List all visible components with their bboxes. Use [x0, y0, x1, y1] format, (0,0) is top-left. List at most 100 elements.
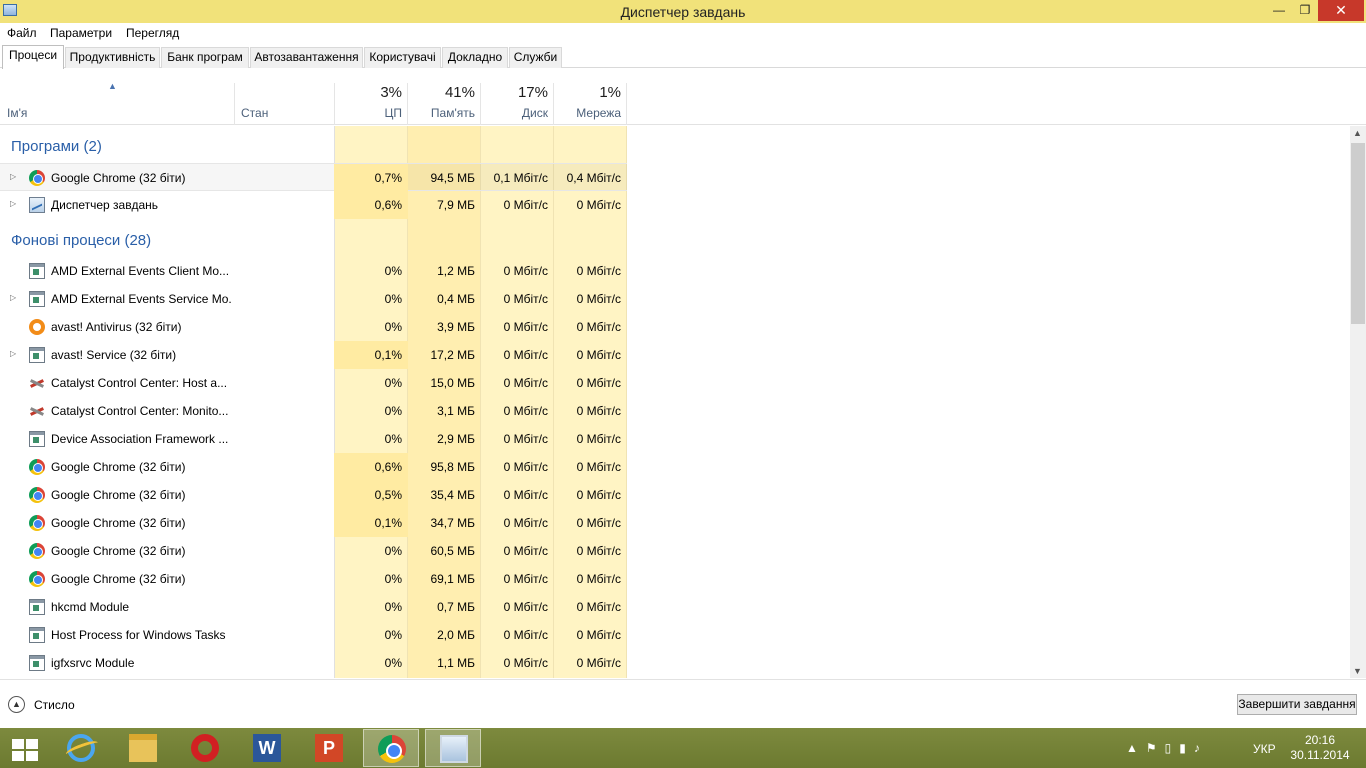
chrome-icon — [29, 459, 45, 475]
process-row[interactable]: ▷ AMD External Events Service Mo... 0% 0,4 … — [0, 285, 627, 313]
amd-catalyst-icon — [29, 403, 45, 419]
powerpoint-icon: P — [315, 734, 343, 762]
tab-performance[interactable]: Продуктивність — [65, 47, 160, 68]
taskbar-chrome[interactable] — [363, 729, 419, 767]
taskbar-ie[interactable] — [53, 729, 109, 767]
taskbar-opera[interactable] — [177, 729, 233, 767]
language-indicator[interactable]: УКР — [1253, 742, 1276, 768]
process-row[interactable]: igfxsrvc Module 0% 1,1 МБ 0 Мбіт/с 0 Мбіт/с — [0, 649, 627, 677]
process-row[interactable]: Catalyst Control Center: Monito... 0% 3,1 … — [0, 397, 627, 425]
process-network: 0 Мбіт/с — [576, 516, 621, 530]
signal-icon[interactable]: ▮ — [1179, 741, 1194, 755]
chevron-up-icon[interactable]: ▲ — [8, 696, 25, 713]
process-name: Catalyst Control Center: Host a... — [51, 376, 228, 390]
menu-options[interactable]: Параметри — [50, 26, 112, 40]
disk-total[interactable]: 17% — [481, 84, 548, 101]
process-network: 0 Мбіт/с — [576, 404, 621, 418]
chrome-icon — [29, 571, 45, 587]
tab-users[interactable]: Користувачі — [364, 47, 441, 68]
clock[interactable]: 20:16 30.11.2014 — [1290, 733, 1350, 768]
process-cpu: 0% — [384, 544, 402, 558]
expand-chevron-icon[interactable]: ▷ — [10, 172, 16, 181]
process-network: 0 Мбіт/с — [576, 460, 621, 474]
scroll-up-icon[interactable]: ▲ — [1353, 128, 1362, 138]
group-background[interactable]: Фонові процеси (28) — [11, 232, 151, 249]
scroll-down-icon[interactable]: ▼ — [1353, 666, 1362, 676]
app-window-icon — [29, 291, 45, 307]
close-button[interactable]: ✕ — [1318, 0, 1364, 21]
group-apps[interactable]: Програми (2) — [11, 138, 102, 155]
expand-chevron-icon[interactable]: ▷ — [10, 293, 16, 302]
process-row[interactable]: Google Chrome (32 біти) 0,1% 34,7 МБ 0 Мбіт… — [0, 509, 627, 537]
tab-processes[interactable]: Процеси — [2, 45, 64, 69]
clock-time: 20:16 — [1304, 733, 1336, 747]
tab-startup[interactable]: Автозавантаження — [250, 47, 363, 68]
process-row[interactable]: Google Chrome (32 біти) 0% 60,5 МБ 0 Мбіт/с… — [0, 537, 627, 565]
minimize-button[interactable]: — — [1266, 0, 1292, 21]
taskbar-word[interactable]: W — [239, 729, 295, 767]
menu-file[interactable]: Файл — [7, 26, 37, 40]
process-row[interactable]: ▷ Google Chrome (32 біти) 0,7% 94,5 МБ 0,1 М… — [0, 163, 627, 192]
process-row[interactable]: ▷ Диспетчер завдань 0,6% 7,9 МБ 0 Мбіт/с 0 Мб… — [0, 191, 627, 219]
expand-chevron-icon[interactable]: ▷ — [10, 199, 16, 208]
network-total[interactable]: 1% — [554, 84, 621, 101]
process-name: Google Chrome (32 біти) — [51, 572, 186, 586]
column-memory[interactable]: Пам'ять — [408, 106, 475, 120]
show-hidden-icons-icon[interactable]: ▲ — [1126, 741, 1146, 755]
app-window-icon — [29, 627, 45, 643]
process-row[interactable]: Google Chrome (32 біти) 0,6% 95,8 МБ 0 Мбіт… — [0, 453, 627, 481]
process-memory: 1,1 МБ — [437, 656, 475, 670]
file-explorer-icon — [129, 734, 157, 762]
process-cpu: 0% — [384, 264, 402, 278]
task-manager-icon — [29, 197, 45, 213]
action-center-flag-icon[interactable]: ⚑ — [1146, 741, 1165, 755]
process-row[interactable]: Google Chrome (32 біти) 0,5% 35,4 МБ 0 Мбіт… — [0, 481, 627, 509]
chrome-icon — [378, 735, 406, 763]
process-row[interactable]: hkcmd Module 0% 0,7 МБ 0 Мбіт/с 0 Мбіт/с — [0, 593, 627, 621]
tab-details[interactable]: Докладно — [442, 47, 508, 68]
process-name: avast! Antivirus (32 біти) — [51, 320, 182, 334]
process-disk: 0 Мбіт/с — [503, 460, 548, 474]
process-cpu: 0,5% — [374, 488, 402, 502]
chrome-icon — [29, 543, 45, 559]
process-disk: 0 Мбіт/с — [503, 516, 548, 530]
volume-icon[interactable]: ♪ — [1194, 741, 1208, 755]
menu-view[interactable]: Перегляд — [126, 26, 179, 40]
column-network[interactable]: Мережа — [554, 106, 621, 120]
vertical-scrollbar[interactable]: ▲ ▼ — [1350, 126, 1366, 678]
taskbar-task-manager[interactable] — [425, 729, 481, 767]
column-name[interactable]: Ім'я — [7, 106, 27, 120]
fewer-details-link[interactable]: Стисло — [34, 698, 75, 712]
taskbar-explorer[interactable] — [115, 729, 171, 767]
battery-icon[interactable]: ▯ — [1165, 741, 1180, 755]
tab-app-history[interactable]: Банк програм — [161, 47, 249, 68]
column-cpu[interactable]: ЦП — [336, 106, 402, 120]
title-bar: Диспетчер завдань — ❐ ✕ — [0, 0, 1366, 23]
taskbar-powerpoint[interactable]: P — [301, 729, 357, 767]
column-disk[interactable]: Диск — [481, 106, 548, 120]
process-name: Catalyst Control Center: Monito... — [51, 404, 229, 418]
process-row[interactable]: Google Chrome (32 біти) 0% 69,1 МБ 0 Мбіт/с… — [0, 565, 627, 593]
expand-chevron-icon[interactable]: ▷ — [10, 349, 16, 358]
maximize-button[interactable]: ❐ — [1292, 0, 1318, 21]
process-name: AMD External Events Client Mo... — [51, 264, 230, 278]
process-row[interactable]: ▷ avast! Service (32 біти) 0,1% 17,2 МБ 0 Мб… — [0, 341, 627, 369]
column-status[interactable]: Стан — [241, 106, 268, 120]
process-name: AMD External Events Service Mo... — [51, 292, 231, 306]
process-row[interactable]: Host Process for Windows Tasks 0% 2,0 МБ 0 … — [0, 621, 627, 649]
start-button[interactable] — [0, 729, 56, 767]
process-row[interactable]: Device Association Framework ... 0% 2,9 МБ… — [0, 425, 627, 453]
process-disk: 0 Мбіт/с — [503, 628, 548, 642]
cpu-total[interactable]: 3% — [336, 84, 402, 101]
tray-icons[interactable]: ▲⚑▯▮♪ — [1126, 741, 1208, 768]
end-task-button[interactable]: Завершити завдання — [1237, 694, 1357, 715]
process-memory: 60,5 МБ — [430, 544, 475, 558]
process-row[interactable]: Catalyst Control Center: Host a... 0% 15,0… — [0, 369, 627, 397]
tab-services[interactable]: Служби — [509, 47, 562, 68]
memory-total[interactable]: 41% — [408, 84, 475, 101]
process-row[interactable]: AMD External Events Client Mo... 0% 1,2 МБ… — [0, 257, 627, 285]
process-row[interactable]: avast! Antivirus (32 біти) 0% 3,9 МБ 0 Мбіт… — [0, 313, 627, 341]
scroll-thumb[interactable] — [1351, 143, 1365, 324]
process-network: 0 Мбіт/с — [576, 600, 621, 614]
process-network: 0 Мбіт/с — [576, 432, 621, 446]
